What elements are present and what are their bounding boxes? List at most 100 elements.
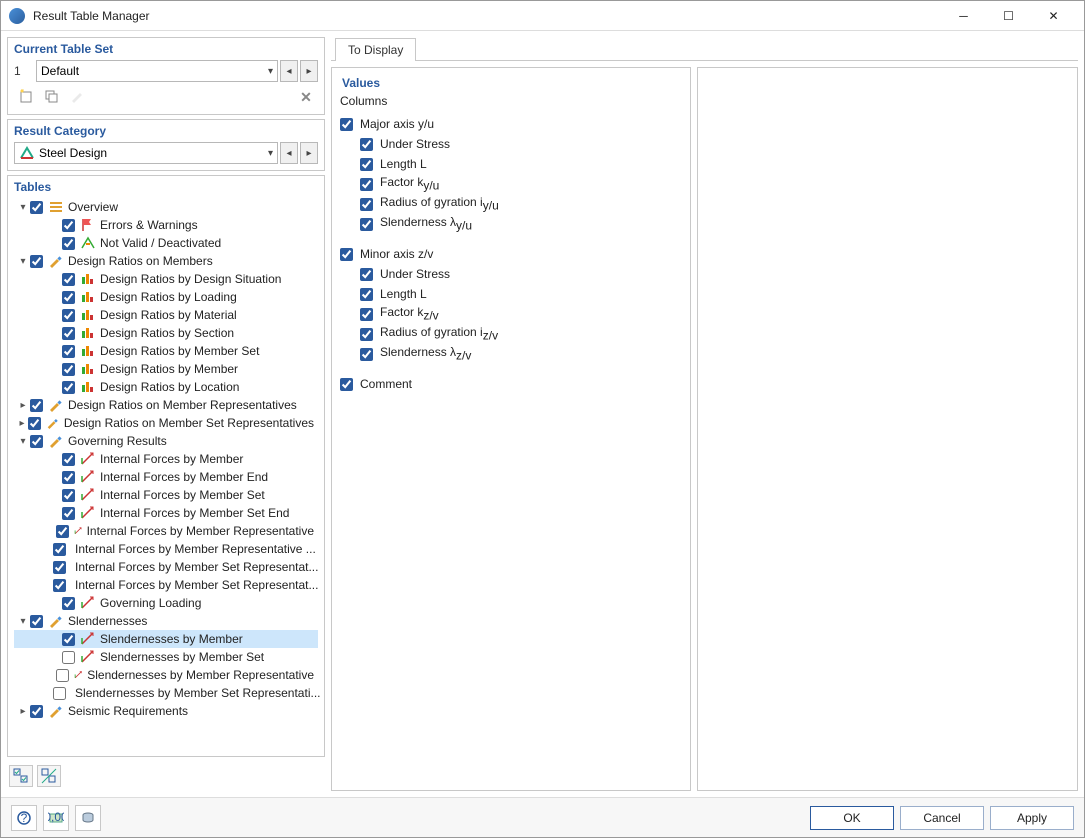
- category-next-button[interactable]: ▸: [300, 142, 318, 164]
- tree-item[interactable]: ▾Internal Forces by Member End: [14, 468, 318, 486]
- chevron-down-icon[interactable]: ▾: [16, 256, 30, 267]
- chevron-right-icon[interactable]: ▸: [16, 706, 30, 717]
- tree-item[interactable]: ▾Design Ratios by Design Situation: [14, 270, 318, 288]
- tree-item[interactable]: ▾Design Ratios on Members: [14, 252, 318, 270]
- chevron-right-icon[interactable]: ▸: [16, 418, 28, 429]
- new-table-set-button[interactable]: [14, 86, 38, 108]
- close-button[interactable]: ✕: [1031, 1, 1076, 31]
- tree-checkbox[interactable]: [28, 417, 41, 430]
- tree-checkbox[interactable]: [62, 651, 75, 664]
- copy-table-set-button[interactable]: [40, 86, 64, 108]
- check-all-button[interactable]: [9, 765, 33, 787]
- tree-item[interactable]: ▾Design Ratios by Section: [14, 324, 318, 342]
- tree-checkbox[interactable]: [62, 237, 75, 250]
- tree-checkbox[interactable]: [56, 669, 69, 682]
- tree-checkbox[interactable]: [62, 507, 75, 520]
- tree-checkbox[interactable]: [62, 489, 75, 502]
- tree-item[interactable]: ▾Design Ratios by Member: [14, 360, 318, 378]
- ok-button[interactable]: OK: [810, 806, 894, 830]
- value-checkbox[interactable]: [360, 198, 373, 211]
- tree-item[interactable]: ▾Slendernesses by Member Representative: [14, 666, 318, 684]
- chevron-right-icon[interactable]: ▸: [16, 400, 30, 411]
- value-checkbox[interactable]: [360, 348, 373, 361]
- tree-checkbox[interactable]: [62, 219, 75, 232]
- value-checkbox[interactable]: [360, 268, 373, 281]
- value-checkbox[interactable]: [360, 138, 373, 151]
- tree-item[interactable]: ▸Design Ratios on Member Set Representat…: [14, 414, 318, 432]
- tree-item[interactable]: ▾Governing Results: [14, 432, 318, 450]
- tree-checkbox[interactable]: [53, 543, 66, 556]
- tree-item[interactable]: ▾Internal Forces by Member Set Represent…: [14, 558, 318, 576]
- tree-item[interactable]: ▾Design Ratios by Location: [14, 378, 318, 396]
- table-set-combo[interactable]: Default ▾: [36, 60, 278, 82]
- tree-item[interactable]: ▾Design Ratios by Loading: [14, 288, 318, 306]
- tables-tree[interactable]: ▾Overview▾Errors & Warnings▾Not Valid / …: [14, 198, 318, 720]
- tree-checkbox[interactable]: [62, 471, 75, 484]
- comment-checkbox[interactable]: [340, 378, 353, 391]
- tree-item[interactable]: ▾Slendernesses by Member: [14, 630, 318, 648]
- value-checkbox[interactable]: [340, 118, 353, 131]
- export-button[interactable]: [75, 805, 101, 831]
- tree-item[interactable]: ▸Design Ratios on Member Representatives: [14, 396, 318, 414]
- tree-item[interactable]: ▾Internal Forces by Member Set End: [14, 504, 318, 522]
- units-button[interactable]: 0,00: [43, 805, 69, 831]
- tree-checkbox[interactable]: [62, 327, 75, 340]
- tree-checkbox[interactable]: [30, 399, 43, 412]
- tree-item[interactable]: ▾Overview: [14, 198, 318, 216]
- table-set-prev-button[interactable]: ◂: [280, 60, 298, 82]
- tree-item[interactable]: ▾Design Ratios by Material: [14, 306, 318, 324]
- value-checkbox[interactable]: [360, 308, 373, 321]
- tree-item[interactable]: ▾Internal Forces by Member: [14, 450, 318, 468]
- tree-checkbox[interactable]: [53, 579, 66, 592]
- help-button[interactable]: ?: [11, 805, 37, 831]
- result-category-combo[interactable]: Steel Design ▾: [14, 142, 278, 164]
- tree-item[interactable]: ▾Design Ratios by Member Set: [14, 342, 318, 360]
- tree-checkbox[interactable]: [62, 363, 75, 376]
- value-checkbox[interactable]: [360, 158, 373, 171]
- tree-checkbox[interactable]: [62, 309, 75, 322]
- tree-item[interactable]: ▾Internal Forces by Member Representativ…: [14, 522, 318, 540]
- minimize-button[interactable]: ─: [941, 1, 986, 31]
- tree-checkbox[interactable]: [62, 273, 75, 286]
- tree-checkbox[interactable]: [30, 255, 43, 268]
- value-checkbox[interactable]: [360, 328, 373, 341]
- tree-item[interactable]: ▾Slendernesses by Member Set: [14, 648, 318, 666]
- tree-item[interactable]: ▾Governing Loading: [14, 594, 318, 612]
- tree-checkbox[interactable]: [62, 345, 75, 358]
- chevron-down-icon[interactable]: ▾: [16, 616, 30, 627]
- tree-checkbox[interactable]: [30, 615, 43, 628]
- apply-button[interactable]: Apply: [990, 806, 1074, 830]
- chevron-down-icon[interactable]: ▾: [16, 202, 30, 213]
- tree-checkbox[interactable]: [30, 705, 43, 718]
- tree-checkbox[interactable]: [62, 453, 75, 466]
- cancel-button[interactable]: Cancel: [900, 806, 984, 830]
- delete-table-set-button[interactable]: ✕: [294, 86, 318, 108]
- tree-item[interactable]: ▾Internal Forces by Member Set: [14, 486, 318, 504]
- table-set-next-button[interactable]: ▸: [300, 60, 318, 82]
- tree-checkbox[interactable]: [62, 381, 75, 394]
- tree-checkbox[interactable]: [62, 291, 75, 304]
- tree-checkbox[interactable]: [56, 525, 69, 538]
- tree-checkbox[interactable]: [62, 633, 75, 646]
- value-checkbox[interactable]: [340, 248, 353, 261]
- tree-item[interactable]: ▾Slendernesses: [14, 612, 318, 630]
- tab-to-display[interactable]: To Display: [335, 38, 416, 61]
- tree-item[interactable]: ▾Internal Forces by Member Set Represent…: [14, 576, 318, 594]
- tree-item[interactable]: ▸Seismic Requirements: [14, 702, 318, 720]
- uncheck-all-button[interactable]: [37, 765, 61, 787]
- tree-item[interactable]: ▾Errors & Warnings: [14, 216, 318, 234]
- chevron-down-icon[interactable]: ▾: [16, 436, 30, 447]
- tree-checkbox[interactable]: [30, 435, 43, 448]
- maximize-button[interactable]: ☐: [986, 1, 1031, 31]
- tree-item[interactable]: ▾Slendernesses by Member Set Representat…: [14, 684, 318, 702]
- value-checkbox[interactable]: [360, 218, 373, 231]
- value-checkbox[interactable]: [360, 178, 373, 191]
- category-prev-button[interactable]: ◂: [280, 142, 298, 164]
- tree-checkbox[interactable]: [53, 687, 66, 700]
- tree-checkbox[interactable]: [53, 561, 66, 574]
- value-checkbox[interactable]: [360, 288, 373, 301]
- tree-checkbox[interactable]: [30, 201, 43, 214]
- tree-item[interactable]: ▾Not Valid / Deactivated: [14, 234, 318, 252]
- tree-item[interactable]: ▾Internal Forces by Member Representativ…: [14, 540, 318, 558]
- tree-checkbox[interactable]: [62, 597, 75, 610]
